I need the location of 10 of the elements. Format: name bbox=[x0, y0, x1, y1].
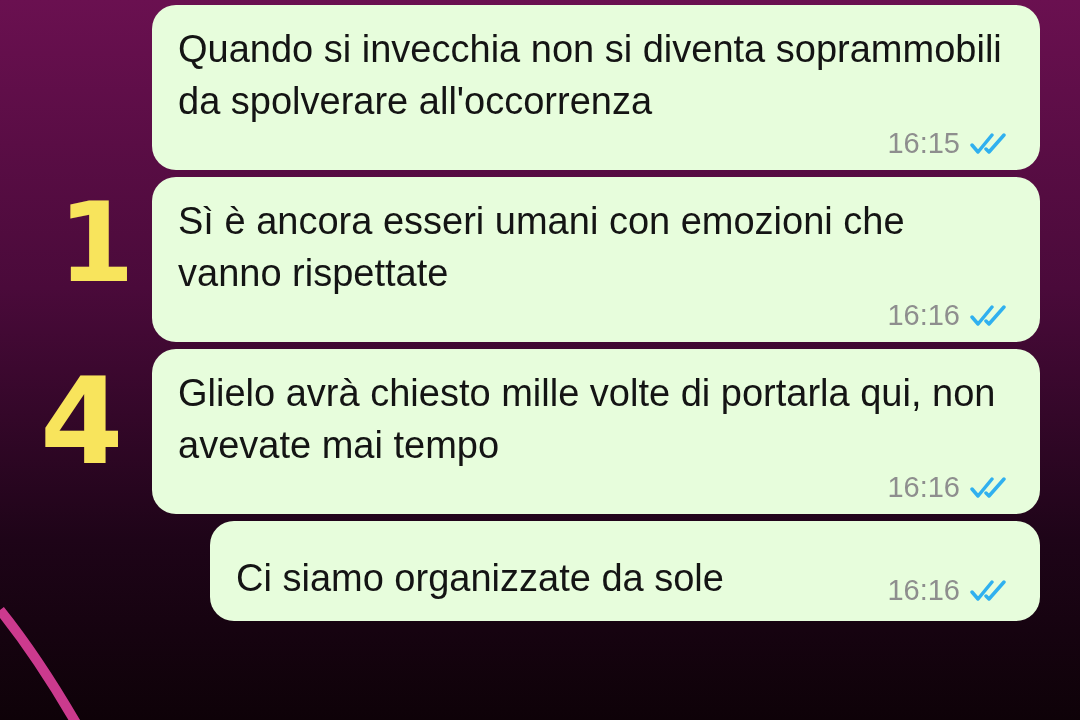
handwritten-number: 1 bbox=[58, 188, 135, 298]
handwritten-number: 4 bbox=[40, 362, 124, 482]
message-text: Glielo avrà chiesto mille volte di portarla qui, non avevate mai tempo bbox=[178, 371, 997, 468]
message-text: Ci siamo organizzate da sole bbox=[236, 556, 724, 601]
message-time: 16:15 bbox=[887, 127, 960, 160]
message-time: 16:16 bbox=[887, 574, 960, 607]
message-text: Sì è ancora esseri umani con emozioni che vanno rispettate bbox=[178, 199, 906, 296]
message-time: 16:16 bbox=[887, 471, 960, 504]
message-time: 16:16 bbox=[887, 299, 960, 332]
message-text: Quando si invecchia non si diventa soprammobili da spolverare all'occorrenza bbox=[178, 27, 1003, 124]
